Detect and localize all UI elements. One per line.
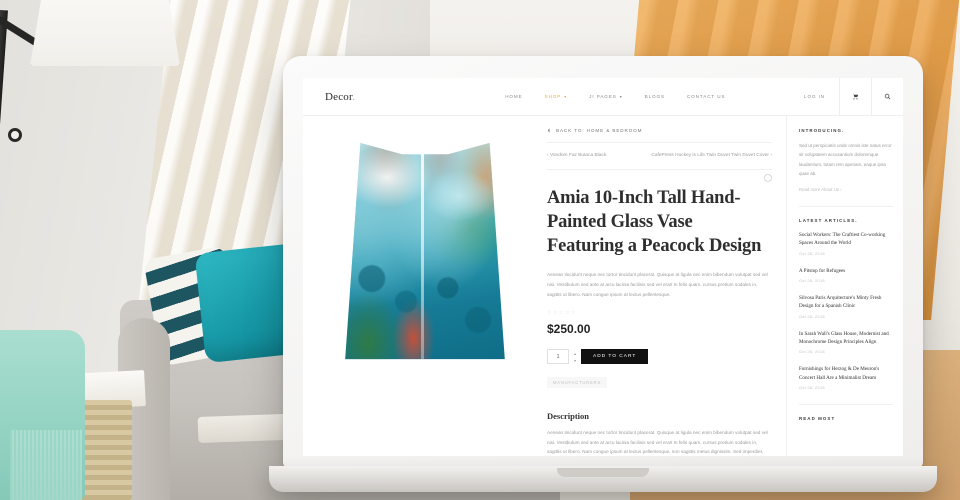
chevron-down-icon: ▾ [619,94,623,99]
lamp-shade [30,0,180,66]
search-icon[interactable] [871,78,903,116]
nav-label: BLOGS [644,94,665,99]
page-title: Amia 10-Inch Tall Hand-Painted Glass Vas… [547,188,762,257]
list-item[interactable]: Furnishings for Herzog & De Meuron's Con… [799,365,893,390]
screenshot-scene: Decor. HOME SHOP ▾ JI PAGES ▾ BLOGS CONT… [0,0,960,500]
next-product-label: CafePress Hockey is Life Twin Duvet Twin… [651,153,770,158]
article-title: A Pitstop for Refugees [799,267,846,274]
product-rating-stars[interactable]: ☆☆☆☆☆ [547,310,772,316]
product-detail-column: BACK TO: HOME & BEDROOM ‹ Vondom Faz But… [539,116,787,456]
laptop-notch [557,468,649,477]
logo-dot: . [352,90,356,103]
peacock-glass-vase-icon [345,142,505,360]
site-header: Decor. HOME SHOP ▾ JI PAGES ▾ BLOGS CONT… [303,78,903,116]
article-date: Oct 28, 2018 [799,277,825,283]
product-image-column [303,116,539,456]
nav-label: CONTACT US [686,94,726,99]
read-more-about-us-link[interactable]: Read more About Us › [799,187,893,192]
article-title: Furnishings for Herzog & De Meuron's Con… [799,366,880,381]
description-heading: Description [547,411,590,422]
quantity-stepper[interactable]: ▴ ▾ [574,351,576,363]
stepper-up-icon[interactable]: ▴ [574,351,576,356]
back-label: BACK TO: HOME & BEDROOM [556,128,643,133]
introducing-heading: INTRODUCING. [799,128,845,133]
lamp-joint [8,128,22,142]
prev-product-label: Vondom Faz Butaca Black [549,153,607,158]
nav-item-blogs[interactable]: BLOGS [645,94,665,99]
sidebar-divider-2 [799,404,893,406]
sidebar-column: INTRODUCING. Sed ut perspiciatis unde om… [787,116,903,456]
prev-product-link[interactable]: ‹ Vondom Faz Butaca Black [547,152,606,160]
arrow-left-icon [547,128,550,133]
nav-item-shop[interactable]: SHOP ▾ [545,94,568,99]
article-date: Oct 28, 2018 [799,385,825,391]
nav-label: SHOP [544,94,562,99]
list-item[interactable]: In Sarah Wall's Glass House, Modernist a… [799,330,893,355]
product-image[interactable] [330,136,520,366]
login-link[interactable]: LOG IN [790,94,839,99]
next-arrow-icon: › [770,153,772,158]
prev-arrow-icon: ‹ [547,153,549,158]
list-item[interactable]: Silvosa Paris Arquitecture's Minty Fresh… [799,294,893,319]
main-nav: HOME SHOP ▾ JI PAGES ▾ BLOGS CONTACT US [505,94,725,99]
vase-seam [421,154,425,360]
introducing-text: Sed ut perspiciatis unde omnis iste natu… [799,143,892,177]
article-title: In Sarah Wall's Glass House, Modernist a… [799,330,889,346]
read-most-heading: READ MOST [799,416,836,422]
nav-item-home[interactable]: HOME [505,94,522,99]
nav-label: JI PAGES [589,94,617,99]
list-item[interactable]: A Pitstop for Refugees Oct 28, 2018 [799,267,893,283]
throw-fringe [10,430,82,500]
add-to-cart-button[interactable]: ADD TO CART [581,349,649,365]
wishlist-icon[interactable] [764,174,772,183]
article-title: Social Workers: The Craftiest Co-working… [799,231,886,247]
nav-item-ji-pages[interactable]: JI PAGES ▾ [589,94,622,99]
article-date: Oct 28, 2018 [799,250,825,256]
product-pager: ‹ Vondom Faz Butaca Black CafePress Hock… [547,143,772,171]
site-logo[interactable]: Decor. [325,91,355,103]
shopping-cart-icon[interactable] [839,78,871,116]
stepper-down-icon[interactable]: ▾ [574,358,576,363]
sidebar-divider [799,205,893,207]
back-to-category-link[interactable]: BACK TO: HOME & BEDROOM [547,128,772,143]
nav-item-contact-us[interactable]: CONTACT US [687,94,725,99]
logo-text: Decor [325,90,353,103]
add-to-cart-row: 1 ▴ ▾ ADD TO CART [547,349,772,365]
list-item[interactable]: Social Workers: The Craftiest Co-working… [799,231,893,256]
latest-articles-heading: LATEST ARTICLES. [799,217,858,223]
product-short-description: Aenean tincidunt neque nec tortor tincid… [547,272,768,297]
header-right-group: LOG IN [790,78,903,116]
description-body: Aenean tincidunt neque nec tortor tincid… [547,430,768,455]
laptop-screen: Decor. HOME SHOP ▾ JI PAGES ▾ BLOGS CONT… [303,78,903,456]
manufacturers-tag[interactable]: MANUFACTURERS [547,377,608,389]
quantity-input[interactable]: 1 [547,349,569,365]
chevron-down-icon: ▾ [564,94,568,99]
article-title: Silvosa Paris Arquitecture's Minty Fresh… [799,294,882,310]
next-product-link[interactable]: CafePress Hockey is Life Twin Duvet Twin… [651,152,772,160]
article-date: Oct 28, 2018 [799,349,825,355]
nav-label: HOME [505,94,523,99]
product-price: $250.00 [547,322,591,337]
page-content: BACK TO: HOME & BEDROOM ‹ Vondom Faz But… [303,116,903,456]
laptop-mockup: Decor. HOME SHOP ▾ JI PAGES ▾ BLOGS CONT… [269,56,937,500]
article-date: Oct 28, 2018 [799,313,825,319]
